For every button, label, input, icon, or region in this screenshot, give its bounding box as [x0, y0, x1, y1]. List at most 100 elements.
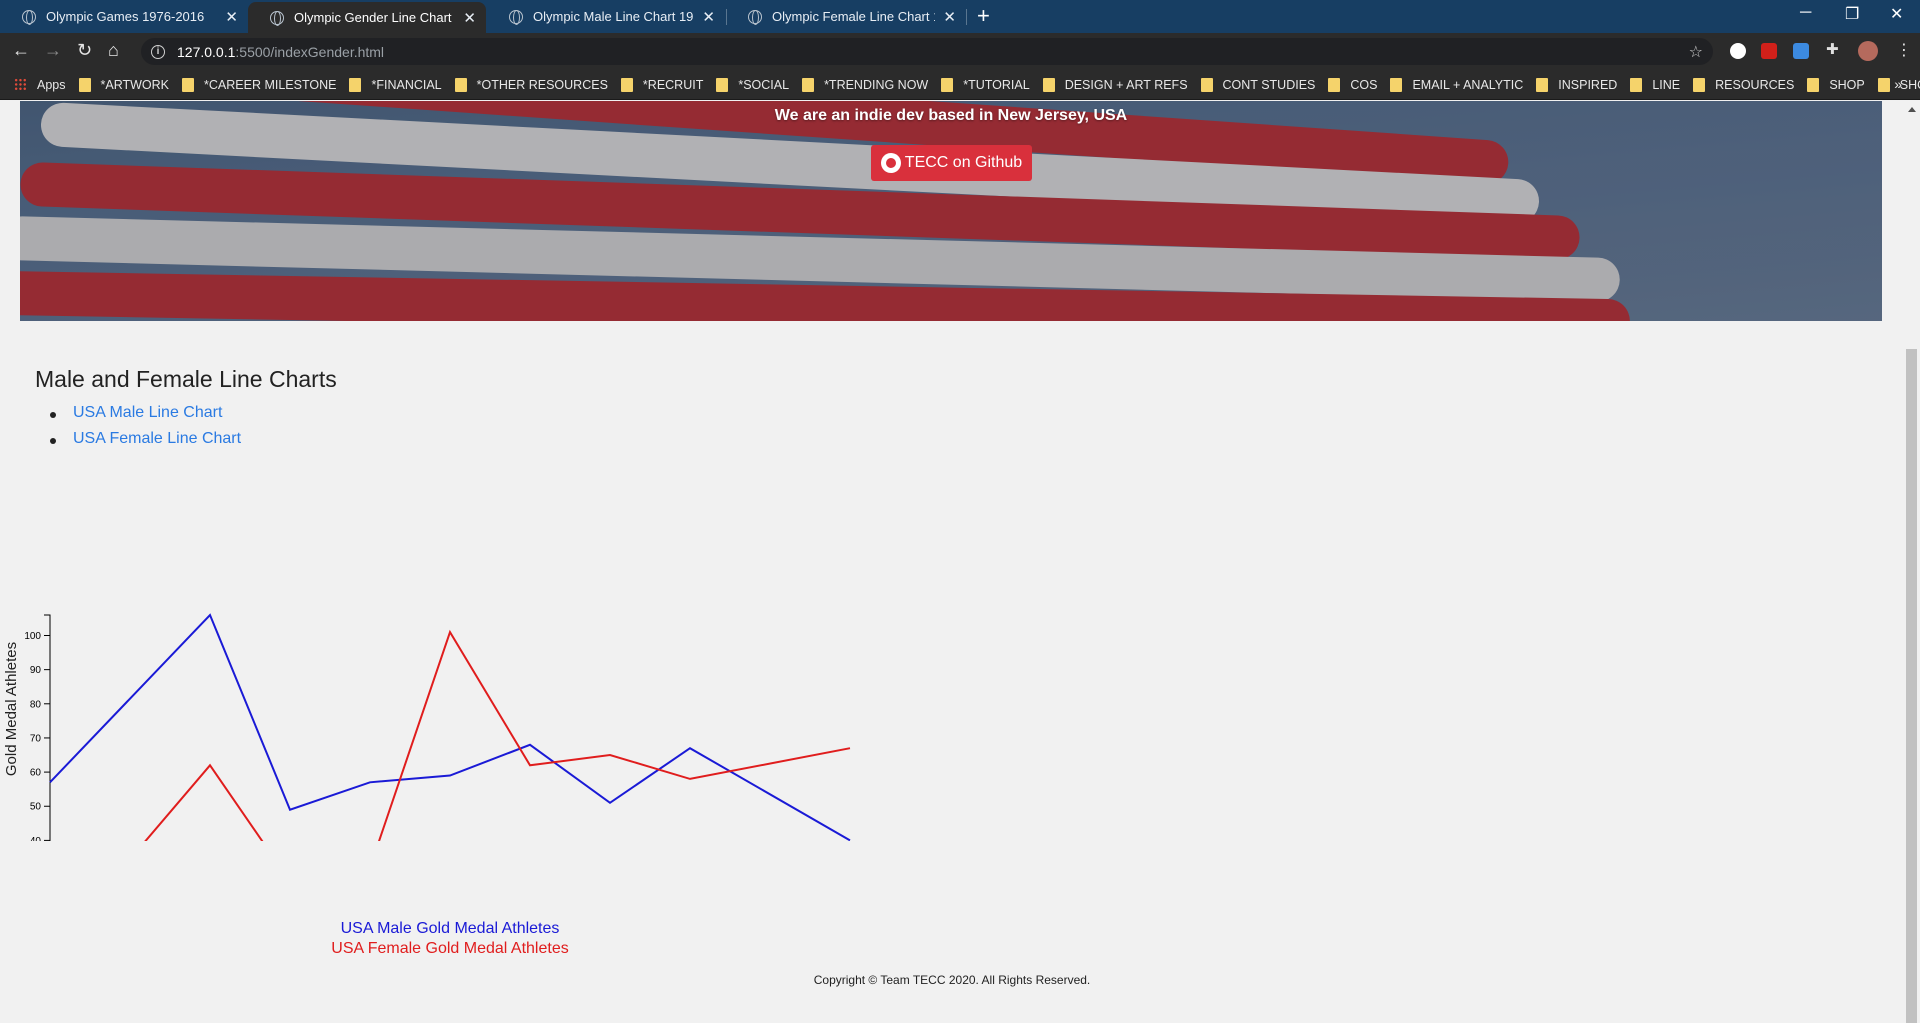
bookmark-label: SHOWS [1899, 77, 1920, 92]
bookmark-label: *SOCIAL [738, 77, 790, 92]
restore-icon[interactable]: ❐ [1845, 4, 1859, 24]
folder-icon [1536, 77, 1549, 92]
close-icon[interactable]: ✕ [943, 8, 956, 26]
extension-circle-icon[interactable] [1730, 43, 1746, 59]
tab-olympic-female-line-chart[interactable]: Olympic Female Line Chart 1976- ✕ [726, 0, 966, 33]
y-tick-label: 70 [30, 733, 42, 744]
bookmark-folder[interactable]: *ARTWORK [78, 77, 170, 92]
close-icon[interactable]: ✕ [225, 8, 238, 26]
female-series-line [144, 629, 851, 841]
globe-icon [270, 10, 284, 26]
bookmark-folder[interactable]: RESOURCES [1693, 77, 1794, 92]
bookmark-label: *OTHER RESOURCES [476, 77, 608, 92]
folder-icon [1693, 77, 1706, 92]
home-icon[interactable]: ⌂ [108, 40, 119, 61]
reload-icon[interactable]: ↻ [77, 40, 92, 61]
puzzle-extensions-icon[interactable]: ✚ [1826, 40, 1842, 58]
site-info-icon[interactable]: i [151, 44, 165, 59]
bookmark-folder[interactable]: *OTHER RESOURCES [454, 77, 608, 92]
bookmark-label: LINE [1652, 77, 1681, 92]
bookmark-label: CONT STUDIES [1222, 77, 1316, 92]
hero-tagline: We are an indie dev based in New Jersey,… [774, 107, 1128, 124]
folder-icon [1630, 77, 1643, 92]
back-icon[interactable]: ← [12, 40, 30, 61]
section-title: Male and Female Line Charts [35, 366, 337, 392]
tab-olympic-games[interactable]: Olympic Games 1976-2016 ✕ [0, 0, 248, 33]
bookmark-label: *RECRUIT [642, 77, 704, 92]
close-icon[interactable]: ✕ [702, 8, 715, 26]
y-tick-label: 80 [30, 699, 42, 710]
tab-olympic-male-line-chart[interactable]: Olympic Male Line Chart 1976-20 ✕ [487, 0, 725, 33]
globe-icon [22, 9, 36, 25]
url-path: :5500/indexGender.html [235, 43, 385, 60]
page-scrollbar[interactable] [1904, 101, 1920, 1023]
folder-icon [1877, 77, 1890, 92]
bookmark-folder[interactable]: DESIGN + ART REFS [1042, 77, 1188, 92]
pdf-extension-icon[interactable] [1761, 43, 1777, 59]
page-viewport: We are an indie dev based in New Jersey,… [0, 101, 1904, 1023]
bookmark-folder[interactable]: *CAREER MILESTONE [182, 77, 337, 92]
new-tab-button[interactable]: + [977, 3, 990, 29]
legend-female: USA Female Gold Medal Athletes [331, 940, 569, 957]
y-tick-label: 40 [30, 836, 42, 841]
folder-icon [802, 77, 815, 92]
bookmark-label: COS [1350, 77, 1378, 92]
bookmark-folder[interactable]: INSPIRED [1536, 77, 1618, 92]
scroll-up-icon[interactable] [1908, 107, 1916, 112]
avatar[interactable] [1858, 41, 1878, 61]
tab-olympic-gender-line-chart[interactable]: Olympic Gender Line Chart 1976- ✕ [248, 2, 486, 33]
bookmark-label: *FINANCIAL [371, 77, 442, 92]
bookmarks-bar: Apps *ARTWORK *CAREER MILESTONE *FINANCI… [0, 70, 1920, 100]
bookmark-folder[interactable]: *TUTORIAL [941, 77, 1030, 92]
github-button[interactable]: TECC on Github [871, 145, 1032, 181]
scrollbar-thumb[interactable] [1906, 349, 1917, 1023]
bookmark-folder[interactable]: *FINANCIAL [349, 77, 442, 92]
bookmark-folder[interactable]: SHOP [1807, 77, 1865, 92]
bookmark-label: Apps [37, 77, 66, 92]
bookmark-folder[interactable]: *RECRUIT [620, 77, 704, 92]
folder-icon [182, 77, 195, 92]
bookmark-folder[interactable]: CONT STUDIES [1200, 77, 1316, 92]
male-series-line [49, 613, 851, 841]
address-bar[interactable]: i 127.0.0.1 :5500/indexGender.html ☆ [141, 38, 1713, 65]
usa-male-line-chart-link[interactable]: USA Male Line Chart [73, 404, 222, 421]
bookmark-label: *CAREER MILESTONE [204, 77, 337, 92]
y-axis: 0102030405060708090100 [24, 614, 51, 841]
list-item: USA Female Line Chart [50, 430, 241, 456]
translate-extension-icon[interactable] [1793, 43, 1809, 59]
forward-icon[interactable]: → [44, 40, 62, 61]
globe-icon [509, 9, 523, 25]
minimize-icon[interactable]: ─ [1800, 4, 1811, 22]
bookmark-folder[interactable]: *SOCIAL [716, 77, 790, 92]
bookmark-label: *TRENDING NOW [824, 77, 929, 92]
tab-separator [966, 9, 967, 25]
close-icon[interactable]: ✕ [463, 9, 476, 27]
folder-icon [941, 77, 954, 92]
chart-legend: USA Male Gold Medal Athletes USA Female … [250, 919, 650, 959]
bookmark-folder[interactable]: *TRENDING NOW [802, 77, 929, 92]
y-tick-label: 60 [30, 768, 42, 779]
y-axis-label: Gold Medal Athletes [3, 642, 20, 776]
folder-icon [716, 77, 729, 92]
globe-icon [748, 9, 762, 25]
bookmark-label: INSPIRED [1558, 77, 1618, 92]
tab-title: Olympic Games 1976-2016 [46, 9, 205, 24]
folder-icon [454, 77, 467, 92]
bookmark-folder[interactable]: LINE [1630, 77, 1681, 92]
bookmark-label: SHOP [1829, 77, 1865, 92]
bookmark-label: *ARTWORK [100, 77, 170, 92]
list-item: USA Male Line Chart [50, 404, 241, 430]
legend-male: USA Male Gold Medal Athletes [340, 920, 560, 937]
bookmark-apps[interactable]: Apps [14, 78, 66, 92]
folder-icon [620, 77, 633, 92]
bookmark-folder[interactable]: EMAIL + ANALYTIC [1390, 77, 1523, 92]
bookmark-star-icon[interactable]: ☆ [1689, 42, 1703, 62]
close-window-icon[interactable]: ✕ [1890, 4, 1903, 24]
bookmarks-overflow-button[interactable]: » [1894, 76, 1902, 92]
folder-icon [1390, 77, 1403, 92]
usa-female-line-chart-link[interactable]: USA Female Line Chart [73, 430, 241, 447]
bookmark-folder[interactable]: COS [1328, 77, 1378, 92]
folder-icon [349, 77, 362, 92]
folder-icon [1042, 77, 1055, 92]
menu-kebab-icon[interactable]: ⋮ [1896, 40, 1912, 60]
